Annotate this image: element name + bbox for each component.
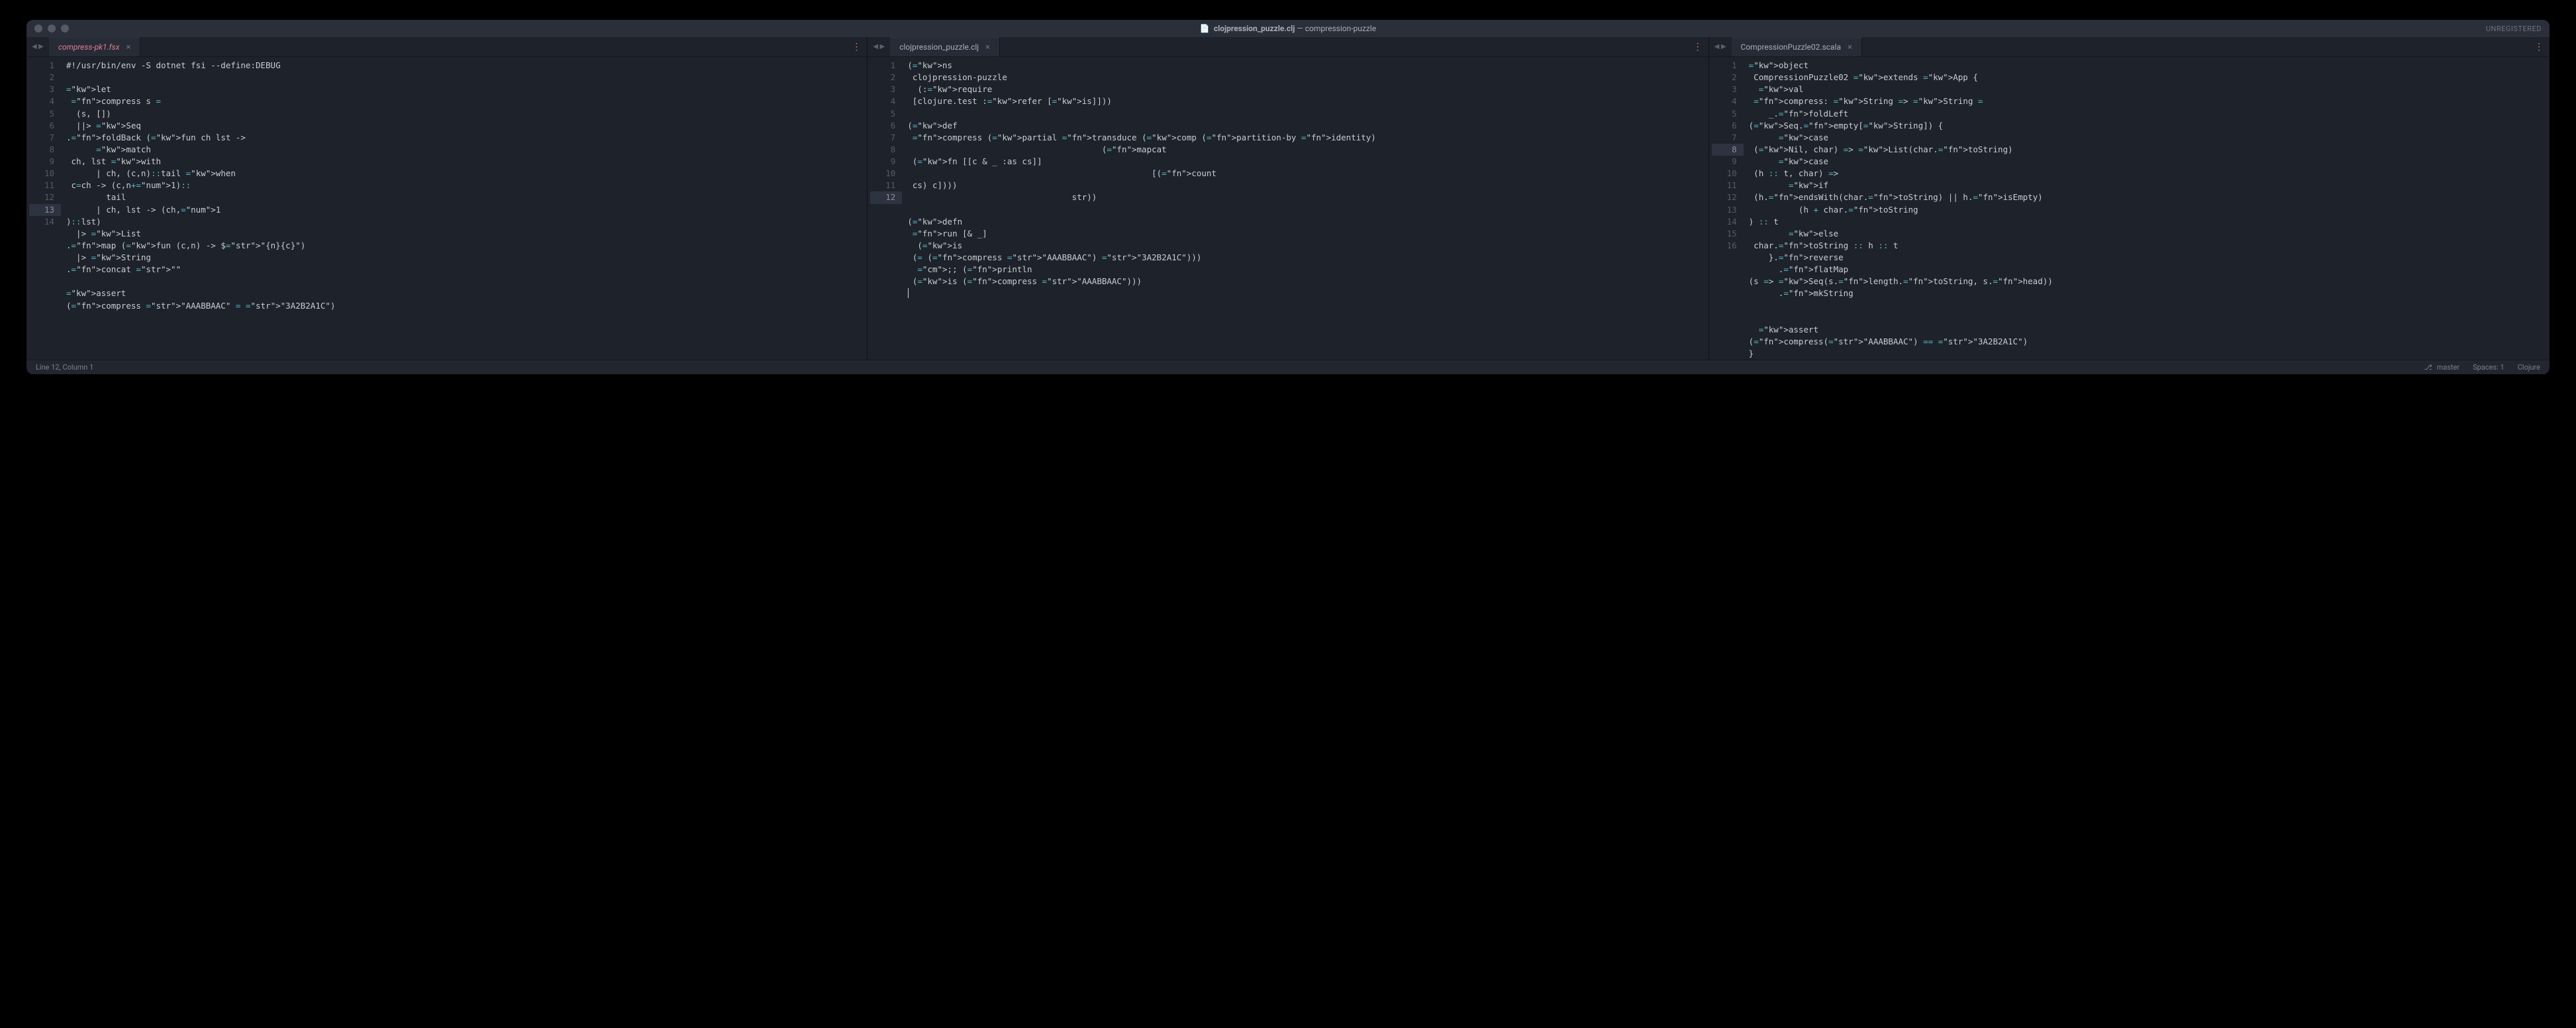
line-gutter: 123456789101112 [867, 57, 902, 360]
pane-right: ◀ ▶ CompressionPuzzle02.scala × ⋮ 123456… [1709, 37, 2550, 360]
title-project: compression-puzzle [1305, 24, 1376, 33]
code-editor[interactable]: 123456789101112 (="kw">ns clojpression-p… [867, 57, 1708, 360]
tab-label: clojpression_puzzle.clj [899, 42, 979, 52]
status-bar: Line 12, Column 1 ⎇ master Spaces: 1 Clo… [26, 360, 2550, 374]
file-icon: 📄 [1200, 24, 1210, 33]
tab-overflow-icon[interactable]: ⋮ [845, 37, 867, 56]
code-editor[interactable]: 1234567891011121314 #!/usr/bin/env -S do… [26, 57, 867, 360]
indent-setting[interactable]: Spaces: 1 [2473, 363, 2504, 372]
tab-bar: ◀ ▶ CompressionPuzzle02.scala × ⋮ [1709, 37, 2550, 57]
code-area[interactable]: (="kw">ns clojpression-puzzle (:="kw">re… [902, 57, 1708, 360]
branch-icon: ⎇ [2424, 363, 2432, 372]
window-title: 📄 clojpression_puzzle.clj — compression-… [26, 24, 2550, 33]
tab-history-nav[interactable]: ◀ ▶ [867, 37, 890, 56]
code-area[interactable]: #!/usr/bin/env -S dotnet fsi --define:DE… [61, 57, 867, 360]
tab-history-nav[interactable]: ◀ ▶ [26, 37, 49, 56]
zoom-window-button[interactable] [61, 25, 69, 32]
code-editor[interactable]: 12345678910111213141516 ="kw">object Com… [1709, 57, 2550, 360]
pane-left: ◀ ▶ compress-pk1.fsx × ⋮ 123456789101112… [26, 37, 867, 360]
tab-clojpression-clj[interactable]: clojpression_puzzle.clj × [890, 37, 1000, 56]
tab-overflow-icon[interactable]: ⋮ [2528, 37, 2550, 56]
syntax-language[interactable]: Clojure [2518, 363, 2540, 372]
line-gutter: 12345678910111213141516 [1709, 57, 1744, 360]
tab-label: CompressionPuzzle02.scala [1741, 42, 1841, 52]
tab-bar: ◀ ▶ compress-pk1.fsx × ⋮ [26, 37, 867, 57]
title-filename: clojpression_puzzle.clj [1214, 24, 1295, 33]
minimize-window-button[interactable] [48, 25, 56, 32]
tab-label: compress-pk1.fsx [58, 42, 120, 52]
close-icon[interactable]: × [985, 42, 990, 52]
close-icon[interactable]: × [126, 42, 130, 52]
editor-window: 📄 clojpression_puzzle.clj — compression-… [26, 20, 2550, 374]
git-branch[interactable]: ⎇ master [2424, 363, 2459, 372]
tab-history-nav[interactable]: ◀ ▶ [1709, 37, 1732, 56]
close-window-button[interactable] [34, 25, 42, 32]
window-controls [34, 25, 69, 32]
tab-compression-scala[interactable]: CompressionPuzzle02.scala × [1732, 37, 1862, 56]
split-panes: ◀ ▶ compress-pk1.fsx × ⋮ 123456789101112… [26, 37, 2550, 360]
line-gutter: 1234567891011121314 [26, 57, 61, 360]
tab-bar: ◀ ▶ clojpression_puzzle.clj × ⋮ [867, 37, 1708, 57]
cursor-position[interactable]: Line 12, Column 1 [36, 363, 93, 372]
close-icon[interactable]: × [1848, 42, 1852, 52]
code-area[interactable]: ="kw">object CompressionPuzzle02 ="kw">e… [1744, 57, 2550, 360]
title-bar[interactable]: 📄 clojpression_puzzle.clj — compression-… [26, 20, 2550, 37]
unregistered-label: UNREGISTERED [2486, 25, 2542, 33]
tab-overflow-icon[interactable]: ⋮ [1687, 37, 1709, 56]
tab-compress-fsx[interactable]: compress-pk1.fsx × [49, 37, 141, 56]
pane-center: ◀ ▶ clojpression_puzzle.clj × ⋮ 12345678… [867, 37, 1709, 360]
